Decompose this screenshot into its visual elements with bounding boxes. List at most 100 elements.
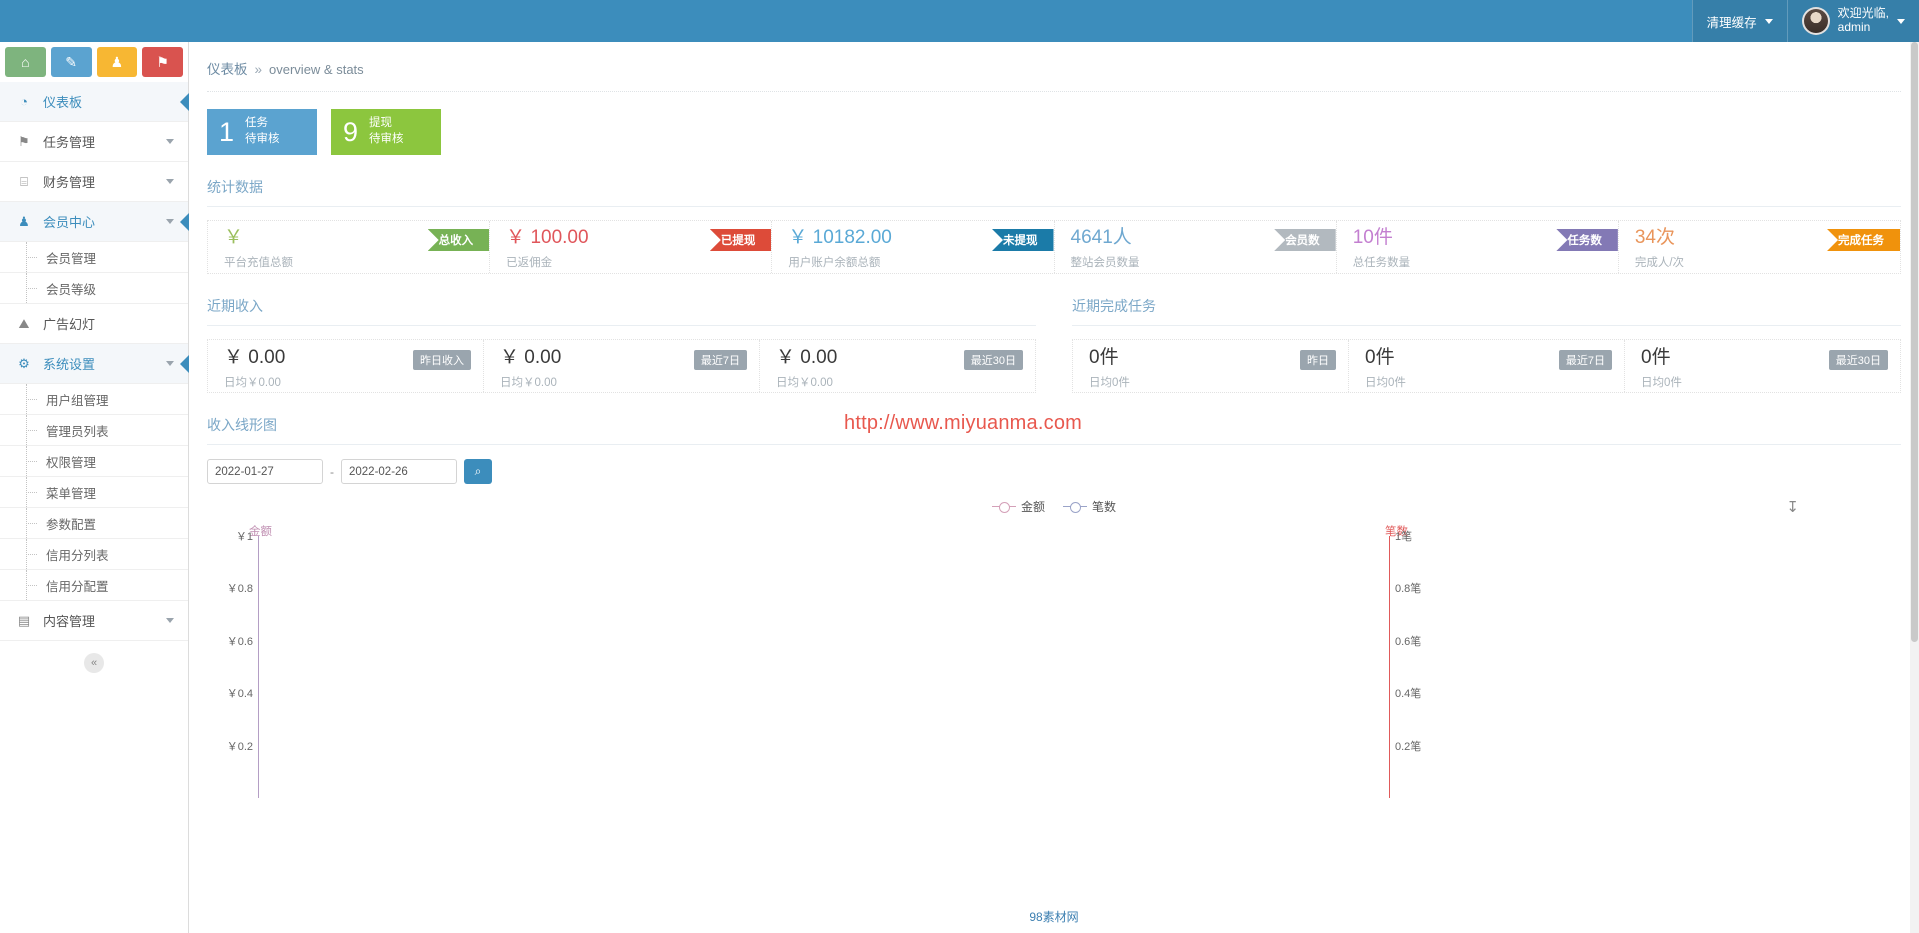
- sidebar-subitem-admin-list[interactable]: 管理员列表: [0, 415, 188, 446]
- y-axis-tick: ￥0.2: [226, 740, 253, 753]
- sidebar-subitem-credit-config[interactable]: 信用分配置: [0, 570, 188, 601]
- dashboard-icon: ◔: [20, 94, 28, 109]
- download-icon[interactable]: ↧: [1786, 498, 1799, 516]
- legend-marker-icon: [991, 501, 1016, 513]
- avatar: [1801, 7, 1830, 35]
- sidebar-item-finance-management[interactable]: ⌸ 财务管理: [0, 162, 188, 202]
- home-icon-button[interactable]: ⌂: [5, 47, 46, 77]
- recent-tasks-yesterday: 0件 日均0件 昨日: [1073, 340, 1349, 392]
- status-badge: 最近7日: [1558, 350, 1612, 370]
- recent-tasks-30days: 0件 日均0件 最近30日: [1625, 340, 1900, 392]
- pending-task-label: 任务 待审核: [245, 116, 280, 147]
- subitem-label: 信用分配置: [46, 579, 109, 594]
- stat-card-member-count: 4641人 整站会员数量 会员数: [1055, 221, 1337, 273]
- stat-card-total-income: ￥ 平台充值总额 总收入: [208, 221, 491, 273]
- subitem-label: 参数配置: [46, 517, 97, 532]
- mini-sub: 日均0件: [1089, 376, 1130, 389]
- breadcrumb-subtitle: overview & stats: [269, 62, 364, 77]
- sidebar-subitem-param-config[interactable]: 参数配置: [0, 508, 188, 539]
- legend-item-amount[interactable]: 金额: [991, 498, 1045, 515]
- date-from-input[interactable]: [207, 459, 323, 484]
- mini-sub: 日均￥0.00: [224, 376, 281, 389]
- y-axis-tick: ￥0.6: [226, 635, 253, 648]
- recent-income-30days: ￥ 0.00 日均￥0.00 最近30日: [760, 340, 1035, 392]
- chevron-down-icon: [1897, 18, 1905, 24]
- status-badge: 最近7日: [693, 350, 747, 370]
- legend-label: 笔数: [1092, 500, 1117, 514]
- sidebar-item-ad-slider[interactable]: ⛰ 广告幻灯: [0, 304, 188, 344]
- flag-icon: ⚑: [18, 133, 30, 149]
- edit-icon-button[interactable]: ✎: [50, 47, 92, 77]
- chart-plot-area: ￥1 ￥0.8 ￥0.6 ￥0.4 ￥0.2 1笔 0.8笔 0.6笔 0.4笔…: [227, 531, 1421, 798]
- y2-axis-tick: 0.8笔: [1395, 583, 1422, 596]
- top-bar: 清理缓存 欢迎光临, admin: [0, 0, 1919, 42]
- user-menu[interactable]: 欢迎光临, admin: [1786, 0, 1919, 42]
- welcome-line2: admin: [1837, 20, 1871, 34]
- stat-sub: 用户账户余额总额: [788, 256, 881, 269]
- sidebar-item-system-settings[interactable]: ⚙ 系统设置: [0, 344, 188, 384]
- subitem-label: 会员管理: [46, 251, 97, 266]
- page-scrollbar[interactable]: [1910, 42, 1919, 933]
- chevron-down-icon: [1764, 18, 1773, 24]
- topbar-right-actions: 清理缓存 欢迎光临, admin: [1691, 0, 1919, 42]
- stat-sub: 完成人/次: [1634, 256, 1685, 269]
- pending-cards-row: 1 任务 待审核 9 提现 待审核: [189, 92, 1919, 155]
- y-axis-tick: ￥0.8: [226, 583, 253, 596]
- y-axis-tick: ￥0.4: [226, 688, 253, 701]
- users-icon-button[interactable]: ♟: [96, 47, 138, 77]
- sidebar-subitem-user-group[interactable]: 用户组管理: [0, 384, 188, 415]
- pending-withdraw-line1: 提现: [369, 117, 393, 130]
- pending-task-line2: 待审核: [245, 133, 280, 145]
- pending-withdraw-card[interactable]: 9 提现 待审核: [331, 109, 441, 155]
- stats-section-title: 统计数据: [207, 179, 263, 195]
- sidebar-item-content-management[interactable]: ▤ 内容管理: [0, 601, 188, 641]
- breadcrumb-separator: »: [254, 62, 263, 77]
- recent-income-yesterday: ￥ 0.00 日均￥0.00 昨日收入: [208, 340, 484, 392]
- sidebar-subitem-credit-list[interactable]: 信用分列表: [0, 539, 188, 570]
- chevron-down-icon: [166, 361, 174, 366]
- stat-card-completed-task: 34次 完成人/次 完成任务: [1619, 221, 1901, 273]
- recent-sections-row: 近期收入 ￥ 0.00 日均￥0.00 昨日收入 ￥ 0.00 日均￥0.00 …: [189, 274, 1919, 393]
- status-badge: 昨日收入: [413, 350, 471, 370]
- clear-cache-menu[interactable]: 清理缓存: [1691, 0, 1787, 42]
- sidebar-subitem-member-level[interactable]: 会员等级: [0, 273, 188, 304]
- search-button[interactable]: ⌕: [464, 459, 492, 484]
- stats-section-divider: [207, 206, 1901, 207]
- bell-icon-button[interactable]: ⚑: [142, 47, 183, 77]
- clear-cache-label: 清理缓存: [1706, 15, 1757, 30]
- sidebar-item-member-center[interactable]: ♟ 会员中心: [0, 202, 188, 242]
- legend-item-count[interactable]: 笔数: [1063, 498, 1116, 515]
- stats-strip: ￥ 平台充值总额 总收入 ￥ 100.00 已返佣金 已提现 ￥ 10182.0…: [207, 220, 1901, 274]
- quick-action-row: ⌂ ✎ ♟ ⚑: [0, 42, 188, 82]
- mini-sub: 日均0件: [1641, 376, 1682, 389]
- pending-task-card[interactable]: 1 任务 待审核: [207, 109, 317, 155]
- recent-tasks-strip: 0件 日均0件 昨日 0件 日均0件 最近7日 0件 日均0件 最近30日: [1072, 339, 1901, 393]
- date-to-input[interactable]: [341, 459, 457, 484]
- sidebar-collapse-button[interactable]: «: [84, 653, 104, 673]
- mini-sub: 日均￥0.00: [500, 376, 557, 389]
- sidebar-item-task-management[interactable]: ⚑ 任务管理: [0, 122, 188, 162]
- subitem-label: 权限管理: [46, 455, 97, 470]
- breadcrumb-current[interactable]: 仪表板: [207, 58, 248, 78]
- sidebar-item-label: 任务管理: [43, 135, 96, 150]
- sidebar-item-label: 广告幻灯: [43, 317, 96, 332]
- sidebar-subitem-permission[interactable]: 权限管理: [0, 446, 188, 477]
- stat-sub: 已返佣金: [506, 256, 553, 269]
- sidebar-subitem-menu-management[interactable]: 菜单管理: [0, 477, 188, 508]
- recent-income-strip: ￥ 0.00 日均￥0.00 昨日收入 ￥ 0.00 日均￥0.00 最近7日 …: [207, 339, 1036, 393]
- sidebar-item-label: 会员中心: [43, 215, 96, 230]
- income-line-chart: 金额 笔数 ↧ 金额 笔数 ￥1 ￥0.8 ￥0.6 ￥0.4 ￥0.2 1笔 …: [189, 488, 1919, 818]
- member-submenu: 会员管理 会员等级: [0, 242, 188, 304]
- y2-axis-tick: 0.6笔: [1395, 635, 1422, 648]
- breadcrumb: 仪表板 » overview & stats: [189, 42, 1919, 78]
- sidebar-subitem-member-management[interactable]: 会员管理: [0, 242, 188, 273]
- sidebar-item-dashboard[interactable]: ◔ 仪表板: [0, 82, 188, 122]
- app-logo[interactable]: [0, 0, 189, 42]
- scrollbar-thumb[interactable]: [1911, 42, 1918, 642]
- subitem-label: 菜单管理: [46, 486, 97, 501]
- footer-credit[interactable]: 98素材网: [189, 908, 1919, 925]
- chevron-down-icon: [166, 179, 174, 184]
- main-content: 仪表板 » overview & stats 1 任务 待审核 9 提现 待审核…: [189, 42, 1919, 933]
- sidebar-item-label: 财务管理: [43, 175, 96, 190]
- welcome-text: 欢迎光临, admin: [1837, 6, 1889, 35]
